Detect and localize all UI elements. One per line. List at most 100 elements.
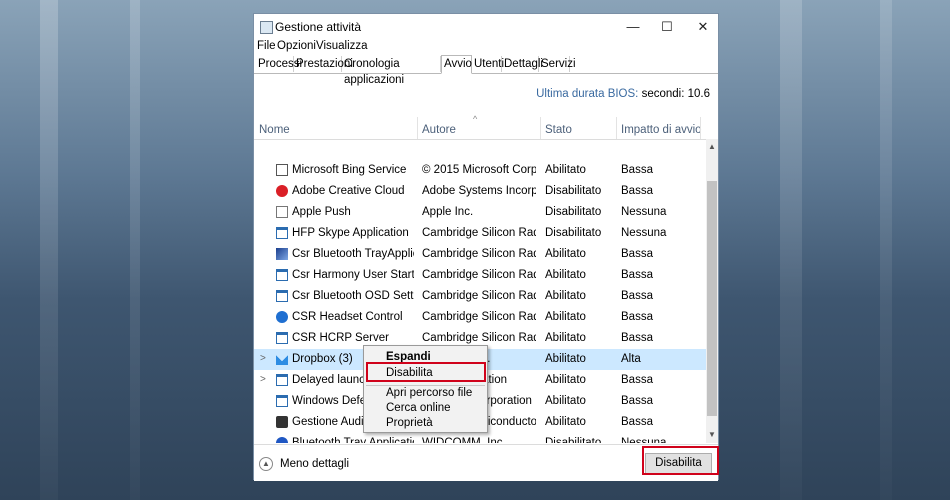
vertical-scrollbar[interactable]: ▲ ▼ [706,139,718,443]
row-name: Adobe Creative Cloud [292,185,405,197]
bios-duration: Ultima durata BIOS: secondi: 10.6 [536,88,710,100]
row-state: Abilitato [545,395,586,407]
row-impact: Alta [621,353,641,365]
tab-users[interactable]: Utenti [472,56,504,72]
row-impact: Bassa [621,185,653,197]
ctx-properties[interactable]: Proprietà [386,417,433,429]
tab-services[interactable]: Servizi [539,56,576,72]
row-impact: Bassa [621,374,653,386]
table-row[interactable]: Adobe Creative Cloud Adobe Systems Incorp… [254,181,706,202]
table-row[interactable]: CSR Headset Control Cambridge Silicon Rad… [254,307,706,328]
app-window-icon [276,374,288,386]
scroll-down-icon[interactable]: ▼ [706,429,718,441]
bluetooth-tray-icon [276,248,288,260]
background-streak [40,0,58,500]
tab-performance[interactable]: Prestazioni [294,56,353,72]
row-impact: Nessuna [621,227,667,239]
chevron-up-icon[interactable]: ▲ [259,457,273,471]
task-manager-icon [260,21,273,34]
disable-button-highlight [642,446,719,475]
column-state[interactable]: Stato [545,124,572,136]
less-details-link[interactable]: Meno dettagli [280,458,349,470]
row-impact: Bassa [621,269,653,281]
row-publisher: Cambridge Silicon Radio Li... [422,248,536,260]
scroll-thumb[interactable] [707,181,717,416]
menu-options[interactable]: Opzioni [277,40,316,52]
menu-bar: File Opzioni Visualizza [254,40,718,55]
row-publisher: © 2015 Microsoft Corpora... [422,164,536,176]
tab-strip: Processi Prestazioni Cronologia applicaz… [254,55,718,86]
column-divider[interactable] [417,117,418,139]
row-impact: Bassa [621,290,653,302]
chevron-right-icon[interactable]: > [260,353,266,364]
row-state: Disabilitato [545,206,602,218]
column-name[interactable]: Nome [259,124,290,136]
column-divider[interactable] [616,117,617,139]
ctx-separator [366,385,485,386]
row-publisher: Cambridge Silicon Radio Li... [422,332,536,344]
app-window-icon [276,227,288,239]
row-state: Disabilitato [545,437,602,443]
defender-icon [276,395,288,407]
tab-processes[interactable]: Processi [256,56,302,72]
minimize-button[interactable]: — [624,18,642,36]
chevron-right-icon[interactable]: > [260,374,266,385]
headset-help-icon [276,311,288,323]
bing-icon [276,164,288,176]
background-streak [130,0,140,500]
row-name: Csr Bluetooth OSD Settings [292,290,414,302]
column-divider[interactable] [540,117,541,139]
bluetooth-icon [276,437,288,443]
table-row[interactable]: HFP Skype Application Cambridge Silicon R… [254,223,706,244]
row-impact: Bassa [621,332,653,344]
tab-startup[interactable]: Avvio [441,55,472,74]
background-streak [780,0,802,500]
row-name: Csr Bluetooth TrayApplication [292,248,414,260]
row-state: Abilitato [545,374,586,386]
column-divider[interactable] [700,117,701,139]
table-row[interactable]: Microsoft Bing Service © 2015 Microsoft C… [254,160,706,181]
row-impact: Nessuna [621,437,667,443]
ctx-open-file-location[interactable]: Apri percorso file [386,387,472,399]
close-button[interactable]: ✕ [694,18,712,36]
ctx-search-online[interactable]: Cerca online [386,402,451,414]
bios-value: secondi: 10.6 [641,88,710,100]
window-title: Gestione attività [275,20,362,34]
row-state: Abilitato [545,290,586,302]
row-publisher: Cambridge Silicon Radio Li... [422,290,536,302]
row-name: Bluetooth Tray Application [292,437,414,443]
row-name: HFP Skype Application [292,227,409,239]
dropbox-icon [276,353,288,365]
background-streak [880,0,892,500]
adobe-icon [276,185,288,197]
row-publisher: Cambridge Silicon Radio Li... [422,269,536,281]
title-bar[interactable]: Gestione attività — ☐ ✕ [254,14,718,40]
tab-app-history[interactable]: Cronologia applicazioni [342,56,441,86]
row-name: Microsoft Bing Service [292,164,407,176]
row-state: Disabilitato [545,185,602,197]
row-impact: Bassa [621,416,653,428]
table-row[interactable]: Bluetooth Tray Application WIDCOMM, Inc. D… [254,433,706,443]
bios-label: Ultima durata BIOS: [536,88,639,100]
apple-icon [276,206,288,218]
row-state: Disabilitato [545,227,602,239]
table-row[interactable]: Csr Harmony User Startup A... Cambridge S… [254,265,706,286]
app-window-icon [276,269,288,281]
menu-file[interactable]: File [257,40,276,52]
tab-details[interactable]: Dettagli [502,56,543,72]
table-row[interactable]: Csr Bluetooth OSD Settings Cambridge Sili… [254,286,706,307]
maximize-button[interactable]: ☐ [658,18,676,36]
row-state: Abilitato [545,353,586,365]
menu-view[interactable]: Visualizza [316,40,368,52]
scroll-up-icon[interactable]: ▲ [706,141,718,153]
row-state: Abilitato [545,332,586,344]
row-state: Abilitato [545,416,586,428]
column-publisher[interactable]: Autore [422,124,456,136]
app-window-icon [276,332,288,344]
table-row[interactable]: Apple Push Apple Inc. Disabilitato Nessuna [254,202,706,223]
row-impact: Bassa [621,248,653,260]
row-impact: Bassa [621,164,653,176]
table-row[interactable]: Csr Bluetooth TrayApplication Cambridge S… [254,244,706,265]
column-impact[interactable]: Impatto di avvio [621,124,702,136]
context-menu: Espandi Disabilita Apri percorso file Ce… [363,345,488,433]
